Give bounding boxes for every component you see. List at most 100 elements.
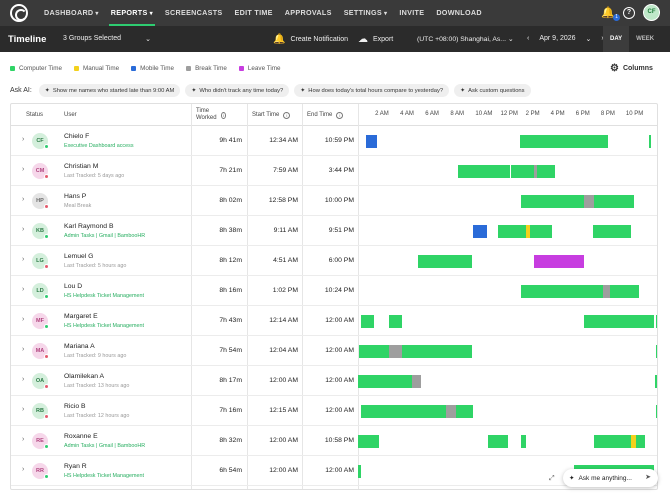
user-name[interactable]: Mariana A	[64, 343, 95, 350]
timeline-segment-g[interactable]	[529, 225, 553, 238]
groups-dropdown[interactable]: 3 Groups Selected ⌄	[63, 35, 151, 43]
date-picker[interactable]: Apr 9, 2026	[539, 35, 575, 43]
table-row[interactable]: › MA Mariana A Last Tracked: 9 hours ago 7h …	[11, 336, 657, 366]
timeline-segment-g[interactable]	[418, 255, 473, 268]
nav-item-reports[interactable]: REPORTS ▾	[105, 0, 159, 26]
timeline-segment-g[interactable]	[592, 225, 632, 238]
expand-row-chevron-icon[interactable]: ›	[22, 406, 24, 413]
expand-row-chevron-icon[interactable]: ›	[22, 376, 24, 383]
expand-row-chevron-icon[interactable]: ›	[22, 256, 24, 263]
prev-date-icon[interactable]: ‹	[527, 35, 529, 43]
help-icon[interactable]: ?	[623, 6, 635, 19]
expand-row-chevron-icon[interactable]: ›	[22, 166, 24, 173]
expand-row-chevron-icon[interactable]: ›	[22, 196, 24, 203]
nav-item-dashboard[interactable]: DASHBOARD ▾	[38, 0, 105, 26]
timeline-segment-g[interactable]	[537, 165, 555, 178]
user-avatar[interactable]: CF	[643, 4, 660, 21]
user-name[interactable]: Olamilekan A	[64, 373, 104, 380]
header-start-time[interactable]: Start Time i	[252, 104, 291, 126]
user-name[interactable]: Karl Raymond B	[64, 223, 114, 230]
user-name[interactable]: Lemuel G	[64, 253, 93, 260]
timeline-segment-g[interactable]	[593, 195, 634, 208]
timeline-segment-g[interactable]	[359, 345, 390, 358]
info-icon[interactable]: i	[283, 111, 291, 119]
timeline-segment-g[interactable]	[636, 435, 646, 448]
table-row[interactable]: › CM Christian M Last Tracked: 5 days ago 7h…	[11, 156, 657, 186]
timezone-select[interactable]: (UTC +08:00) Shanghai, As... ⌄	[417, 35, 514, 43]
timeline-segment-b[interactable]	[365, 135, 377, 148]
timeline-segment-g[interactable]	[656, 405, 657, 418]
ask-ai-chip[interactable]: ✦ How does today's total hours compare to…	[294, 84, 450, 97]
tab-week[interactable]: WEEK	[629, 26, 661, 52]
user-activity[interactable]: Admin Tasks | Gmail | BambooHR	[64, 443, 145, 449]
timeline-segment-g[interactable]	[593, 435, 632, 448]
timeline-segment-g[interactable]	[389, 315, 402, 328]
table-row[interactable]: › HP Hans P Meal Break 8h 02m 12:58 PM 10:00 P…	[11, 186, 657, 216]
user-name[interactable]: Roxanne E	[64, 433, 98, 440]
user-name[interactable]: Hans P	[64, 193, 86, 200]
export-button[interactable]: ☁ Export	[358, 34, 393, 45]
timeline-segment-gr[interactable]	[445, 405, 456, 418]
ask-ai-chip[interactable]: ✦ Who didn't track any time today?	[185, 84, 290, 97]
nav-item-screencasts[interactable]: SCREENCASTS	[159, 0, 229, 26]
table-row[interactable]: › LD Lou D HS Helpdesk Ticket Management 8h …	[11, 276, 657, 306]
app-logo-icon[interactable]	[10, 4, 28, 22]
timeline-segment-g[interactable]	[358, 435, 380, 448]
timeline-segment-gr[interactable]	[583, 195, 594, 208]
timeline-segment-g[interactable]	[360, 315, 375, 328]
expand-row-chevron-icon[interactable]: ›	[22, 346, 24, 353]
send-icon[interactable]: ➤	[645, 473, 651, 481]
user-activity[interactable]: HS Helpdesk Ticket Management	[64, 323, 144, 329]
nav-item-settings[interactable]: SETTINGS ▾	[338, 0, 394, 26]
header-end-time[interactable]: End Time i	[307, 104, 344, 126]
table-row[interactable]: › MF Margaret E HS Helpdesk Ticket Manageme…	[11, 306, 657, 336]
timeline-segment-g[interactable]	[648, 135, 652, 148]
info-icon[interactable]: i	[336, 111, 344, 119]
table-row[interactable]: › RB Ricio B Last Tracked: 12 hours ago 7h 1…	[11, 396, 657, 426]
table-row[interactable]: › KB Karl Raymond B Admin Tasks | Gmail | B…	[11, 216, 657, 246]
timeline-segment-g[interactable]	[455, 405, 474, 418]
timeline-segment-g[interactable]	[521, 285, 603, 298]
nav-item-approvals[interactable]: APPROVALS	[279, 0, 338, 26]
expand-row-chevron-icon[interactable]: ›	[22, 226, 24, 233]
user-activity[interactable]: HS Helpdesk Ticket Management	[64, 473, 144, 479]
create-notification-button[interactable]: 🔔 Create Notification	[273, 34, 348, 45]
ask-ai-chip[interactable]: ✦ Ask custom questions	[454, 84, 531, 97]
expand-row-chevron-icon[interactable]: ›	[22, 436, 24, 443]
timeline-segment-b[interactable]	[473, 225, 488, 238]
user-activity[interactable]: Admin Tasks | Gmail | BambooHR	[64, 233, 145, 239]
user-activity[interactable]: HS Helpdesk Ticket Management	[64, 293, 144, 299]
timeline-segment-g[interactable]	[511, 165, 534, 178]
timeline-segment-g[interactable]	[458, 165, 510, 178]
header-status[interactable]: Status	[26, 104, 43, 126]
user-name[interactable]: Chielo F	[64, 133, 89, 140]
header-time-worked[interactable]: Time Worked i	[196, 104, 226, 126]
timeline-segment-gr[interactable]	[389, 345, 402, 358]
table-row[interactable]: › CF Chielo F Executive Dashboard access 9h …	[11, 126, 657, 156]
timeline-segment-g[interactable]	[358, 465, 361, 478]
user-name[interactable]: Lou D	[64, 283, 82, 290]
timeline-segment-g[interactable]	[488, 435, 509, 448]
expand-row-chevron-icon[interactable]: ›	[22, 286, 24, 293]
expand-icon[interactable]: ⤢	[549, 475, 555, 483]
timeline-segment-g[interactable]	[583, 315, 654, 328]
timeline-segment-g[interactable]	[656, 345, 657, 358]
timeline-segment-gr[interactable]	[602, 285, 611, 298]
expand-row-chevron-icon[interactable]: ›	[22, 316, 24, 323]
user-name[interactable]: Ryan R	[64, 463, 87, 470]
timeline-segment-g[interactable]	[521, 195, 584, 208]
nav-item-download[interactable]: DOWNLOAD	[430, 0, 488, 26]
timeline-segment-gr[interactable]	[411, 375, 421, 388]
user-name[interactable]: Ricio B	[64, 403, 86, 410]
table-row[interactable]: › OA Olamilekan A Last Tracked: 13 hours ag…	[11, 366, 657, 396]
timeline-segment-g[interactable]	[610, 285, 639, 298]
user-name[interactable]: Margaret E	[64, 313, 98, 320]
timeline-segment-m[interactable]	[533, 255, 584, 268]
timeline-segment-g[interactable]	[519, 135, 608, 148]
info-icon[interactable]: i	[221, 111, 226, 119]
expand-row-chevron-icon[interactable]: ›	[22, 136, 24, 143]
timeline-segment-g[interactable]	[498, 225, 527, 238]
tab-day[interactable]: DAY	[603, 26, 630, 52]
ask-me-input[interactable]: ✦ Ask me anything... ➤	[563, 469, 658, 487]
table-row[interactable]: › RR Ryan R HS Helpdesk Ticket Management 6h…	[11, 456, 657, 486]
